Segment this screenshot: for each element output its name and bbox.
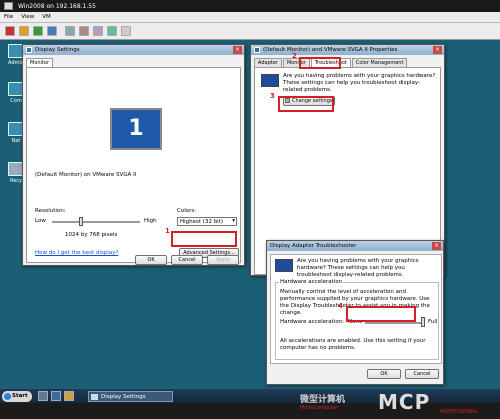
menu-file[interactable]: File: [4, 14, 13, 20]
reset-icon[interactable]: [47, 26, 57, 36]
vm-icon: [4, 2, 13, 10]
powershell-icon[interactable]: [51, 391, 61, 401]
settings-icon[interactable]: [121, 26, 131, 36]
resolution-value: 1024 by 768 pixels: [65, 232, 118, 238]
properties-title: (Default Monitor) and VMware SVGA II Pro…: [263, 47, 398, 53]
step-1-label: 1: [165, 227, 170, 235]
vm-menubar: File View VM: [0, 12, 500, 23]
tab-monitor[interactable]: Monitor: [26, 58, 54, 67]
resolution-label: Resolution:: [35, 208, 66, 214]
high-label: High: [144, 218, 157, 224]
cancel-button[interactable]: Cancel: [171, 255, 203, 265]
watermark-subtext: MicroComputer: [300, 405, 339, 411]
acceleration-status: All accelerations are enabled. Use this …: [280, 338, 426, 351]
start-button[interactable]: Start: [2, 391, 32, 402]
watermark-tag: PROFESSIONAL: [440, 409, 479, 415]
full-label: Full: [428, 319, 438, 325]
stop-icon[interactable]: [5, 26, 15, 36]
vm-titlebar: Win2008 on 192.168.1.55: [0, 0, 500, 12]
watermark-logo: MCP: [378, 390, 431, 414]
resolution-slider-thumb[interactable]: [79, 217, 83, 226]
tab-adapter[interactable]: Adapter: [254, 58, 282, 67]
troubleshooter-titlebar[interactable]: Display Adapter Troubleshooter ×: [267, 241, 443, 251]
display-icon: [26, 47, 32, 53]
cancel-button[interactable]: Cancel: [405, 369, 439, 379]
colors-select[interactable]: Highest (32 bit) ▾: [177, 217, 237, 226]
monitor-name: (Default Monitor) on VMware SVGA II: [35, 172, 137, 178]
ok-button[interactable]: OK: [135, 255, 167, 265]
highlight-advanced-settings: [171, 231, 237, 247]
display-settings-title: Display Settings: [35, 47, 80, 53]
windows-logo-icon: [4, 393, 11, 400]
server-manager-icon[interactable]: [38, 391, 48, 401]
menu-view[interactable]: View: [21, 14, 34, 20]
guest-desktop: Admin Com Net Recy Display Settings × Mo…: [0, 40, 500, 389]
pause-icon[interactable]: [19, 26, 29, 36]
revert-icon[interactable]: [79, 26, 89, 36]
tab-color-management[interactable]: Color Management: [351, 58, 408, 67]
chevron-down-icon: ▾: [232, 218, 235, 224]
highlight-troubleshoot-tab: [299, 57, 341, 69]
watermark-text: 微型计算机: [300, 395, 346, 405]
monitor-icon: [275, 259, 293, 272]
taskbar-item-display-settings[interactable]: Display Settings: [88, 391, 173, 402]
troubleshooter-intro: Are you having problems with your graphi…: [297, 258, 419, 278]
close-icon[interactable]: ×: [433, 46, 442, 54]
acceleration-label: Hardware acceleration:: [280, 319, 345, 325]
fullscreen-icon[interactable]: [107, 26, 117, 36]
close-icon[interactable]: ×: [233, 46, 242, 54]
display-settings-titlebar[interactable]: Display Settings ×: [23, 45, 244, 55]
play-icon[interactable]: [33, 26, 43, 36]
acceleration-slider[interactable]: [365, 322, 425, 324]
close-icon[interactable]: ×: [432, 242, 441, 250]
troubleshoot-text: Are you having problems with your graphi…: [283, 73, 436, 93]
step-4-label: 4: [338, 302, 343, 310]
step-2-label: 2: [292, 52, 297, 60]
monitor-preview[interactable]: 1: [110, 108, 162, 150]
vm-toolbar: [0, 23, 500, 40]
manage-icon[interactable]: [93, 26, 103, 36]
step-3-label: 3: [270, 92, 275, 100]
low-label: Low: [35, 218, 46, 224]
apply-button[interactable]: Apply: [207, 255, 239, 265]
highlight-change-settings: [278, 96, 334, 112]
properties-titlebar[interactable]: (Default Monitor) and VMware SVGA II Pro…: [251, 45, 444, 55]
explorer-icon[interactable]: [64, 391, 74, 401]
troubleshooter-title: Display Adapter Troubleshooter: [270, 243, 357, 249]
display-icon: [91, 394, 98, 400]
monitor-icon: [261, 74, 279, 87]
resolution-slider[interactable]: [52, 221, 140, 223]
highlight-acceleration-slider: [346, 306, 416, 322]
menu-vm[interactable]: VM: [42, 14, 51, 20]
acceleration-slider-thumb[interactable]: [421, 317, 425, 327]
ok-button[interactable]: OK: [367, 369, 401, 379]
vm-title: Win2008 on 192.168.1.55: [18, 3, 96, 10]
group-title: Hardware acceleration: [279, 279, 344, 285]
display-icon: [254, 47, 260, 53]
snapshot-icon[interactable]: [65, 26, 75, 36]
help-link[interactable]: How do I get the best display?: [35, 250, 118, 256]
colors-label: Colors:: [177, 208, 197, 214]
